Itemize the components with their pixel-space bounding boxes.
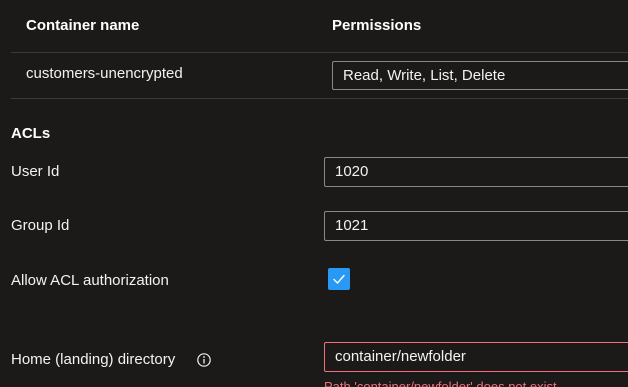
group-id-value: 1021	[335, 217, 369, 234]
user-id-label: User Id	[11, 163, 60, 180]
home-directory-input[interactable]: container/newfolder	[324, 342, 628, 372]
allow-acl-label: Allow ACL authorization	[11, 272, 169, 289]
group-id-input[interactable]: 1021	[324, 211, 628, 241]
checkmark-icon	[333, 274, 345, 284]
column-header-container-name: Container name	[26, 17, 140, 34]
user-id-value: 1020	[335, 163, 369, 180]
table-row: customers-unencrypted Read, Write, List,…	[11, 53, 628, 99]
home-directory-value: container/newfolder	[335, 348, 466, 365]
group-id-label: Group Id	[11, 217, 70, 234]
sftp-user-form: Container name Permissions customers-une…	[0, 0, 628, 387]
home-directory-label: Home (landing) directory	[11, 351, 176, 368]
permissions-dropdown-value: Read, Write, List, Delete	[343, 67, 506, 84]
allow-acl-checkbox[interactable]	[328, 268, 350, 290]
user-id-input[interactable]: 1020	[324, 157, 628, 187]
home-directory-error: Path 'container/newfolder' does not exis…	[324, 379, 561, 387]
column-header-permissions: Permissions	[332, 17, 422, 34]
container-name-cell: customers-unencrypted	[26, 65, 183, 82]
permissions-dropdown[interactable]: Read, Write, List, Delete	[332, 61, 628, 90]
acls-section-title: ACLs	[11, 125, 51, 142]
info-icon[interactable]	[197, 353, 211, 367]
permissions-table-header: Container name Permissions	[11, 0, 628, 53]
